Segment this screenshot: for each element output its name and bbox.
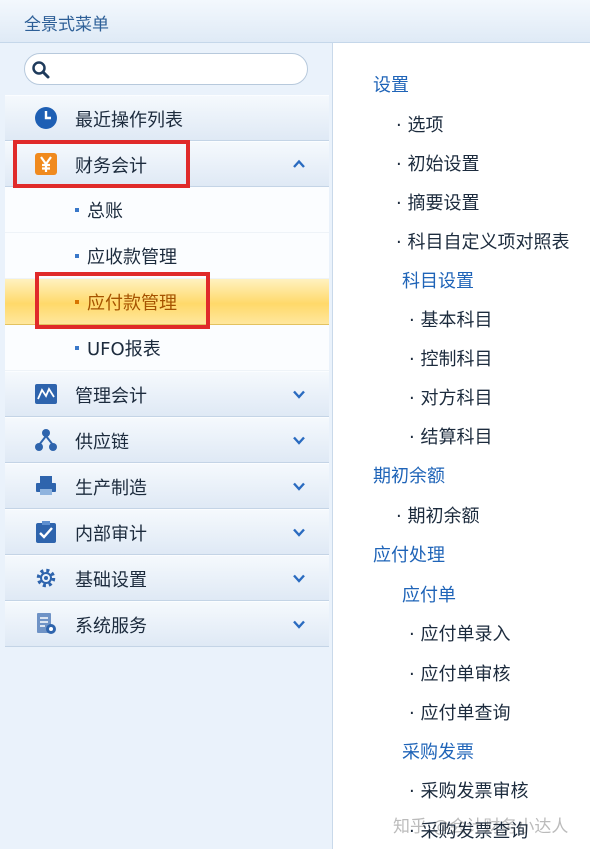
link-basic-subject[interactable]: 基本科目 — [409, 306, 492, 332]
menu-recent[interactable]: 最近操作列表 — [5, 95, 329, 141]
yen-icon — [35, 153, 57, 175]
section-payable-bill[interactable]: 应付单 — [402, 581, 456, 607]
menu-item-ufo-report[interactable]: UFO报表 — [5, 325, 329, 371]
search-icon — [32, 61, 50, 79]
chevron-down-icon[interactable] — [292, 571, 306, 585]
detail-panel: 设置 选项 初始设置 摘要设置 科目自定义项对照表 科目设置 基本科目 控制科目… — [333, 43, 590, 849]
link-opening-balance[interactable]: 期初余额 — [396, 502, 479, 528]
search-box[interactable] — [24, 53, 308, 85]
section-purchase-invoice[interactable]: 采购发票 — [402, 738, 474, 764]
bullet-icon — [75, 208, 79, 212]
clock-icon — [35, 107, 57, 129]
section-settings[interactable]: 设置 — [373, 71, 409, 97]
menu-finance[interactable]: 财务会计 — [5, 141, 329, 187]
bullet-icon — [75, 346, 79, 350]
chevron-down-icon[interactable] — [292, 433, 306, 447]
chevron-down-icon[interactable] — [292, 387, 306, 401]
checklist-icon — [36, 521, 56, 543]
printer-icon — [36, 476, 56, 495]
link-summary-settings[interactable]: 摘要设置 — [396, 189, 479, 215]
link-payable-bill-query[interactable]: 应付单查询 — [409, 699, 510, 725]
menu-basic-settings[interactable]: 基础设置 — [5, 555, 329, 601]
link-subject-custom-mapping[interactable]: 科目自定义项对照表 — [396, 228, 569, 254]
link-payable-bill-entry[interactable]: 应付单录入 — [409, 620, 510, 646]
watermark: 知乎 @会计财务小达人 — [393, 817, 569, 837]
document-gear-icon — [37, 613, 56, 634]
nav-menu: 最近操作列表 财务会计 总账 应收款管理 应付款管理 UFO报表 管理会计 供应… — [5, 95, 329, 647]
link-payable-bill-review[interactable]: 应付单审核 — [409, 660, 510, 686]
link-counter-subject[interactable]: 对方科目 — [409, 384, 492, 410]
section-subject-settings[interactable]: 科目设置 — [402, 267, 474, 293]
menu-manufacturing[interactable]: 生产制造 — [5, 463, 329, 509]
link-purchase-invoice-review[interactable]: 采购发票审核 — [409, 777, 528, 803]
menu-management-accounting[interactable]: 管理会计 — [5, 371, 329, 417]
chevron-down-icon[interactable] — [292, 525, 306, 539]
window-title: 全景式菜单 — [24, 15, 109, 35]
menu-supply-chain[interactable]: 供应链 — [5, 417, 329, 463]
title-bar: 全景式菜单 — [0, 0, 590, 43]
section-payable-processing[interactable]: 应付处理 — [373, 541, 445, 567]
bullet-icon — [75, 300, 79, 304]
menu-item-payables[interactable]: 应付款管理 — [5, 279, 329, 325]
menu-internal-audit[interactable]: 内部审计 — [5, 509, 329, 555]
search-input[interactable] — [57, 58, 301, 82]
sidebar: 最近操作列表 财务会计 总账 应收款管理 应付款管理 UFO报表 管理会计 供应… — [0, 43, 333, 849]
link-control-subject[interactable]: 控制科目 — [409, 345, 492, 371]
menu-item-receivables[interactable]: 应收款管理 — [5, 233, 329, 279]
section-opening-balance[interactable]: 期初余额 — [373, 462, 445, 488]
menu-recent-label: 最近操作列表 — [75, 110, 183, 131]
menu-system-services[interactable]: 系统服务 — [5, 601, 329, 647]
chevron-down-icon[interactable] — [292, 617, 306, 631]
link-settlement-subject[interactable]: 结算科目 — [409, 423, 492, 449]
gear-icon — [36, 568, 56, 588]
menu-finance-label: 财务会计 — [75, 156, 147, 177]
menu-item-general-ledger[interactable]: 总账 — [5, 187, 329, 233]
chevron-down-icon[interactable] — [292, 479, 306, 493]
chart-icon — [35, 384, 57, 404]
network-icon — [35, 429, 57, 451]
link-options[interactable]: 选项 — [396, 111, 443, 137]
bullet-icon — [75, 254, 79, 258]
link-initial-settings[interactable]: 初始设置 — [396, 150, 479, 176]
chevron-up-icon[interactable] — [292, 157, 306, 171]
